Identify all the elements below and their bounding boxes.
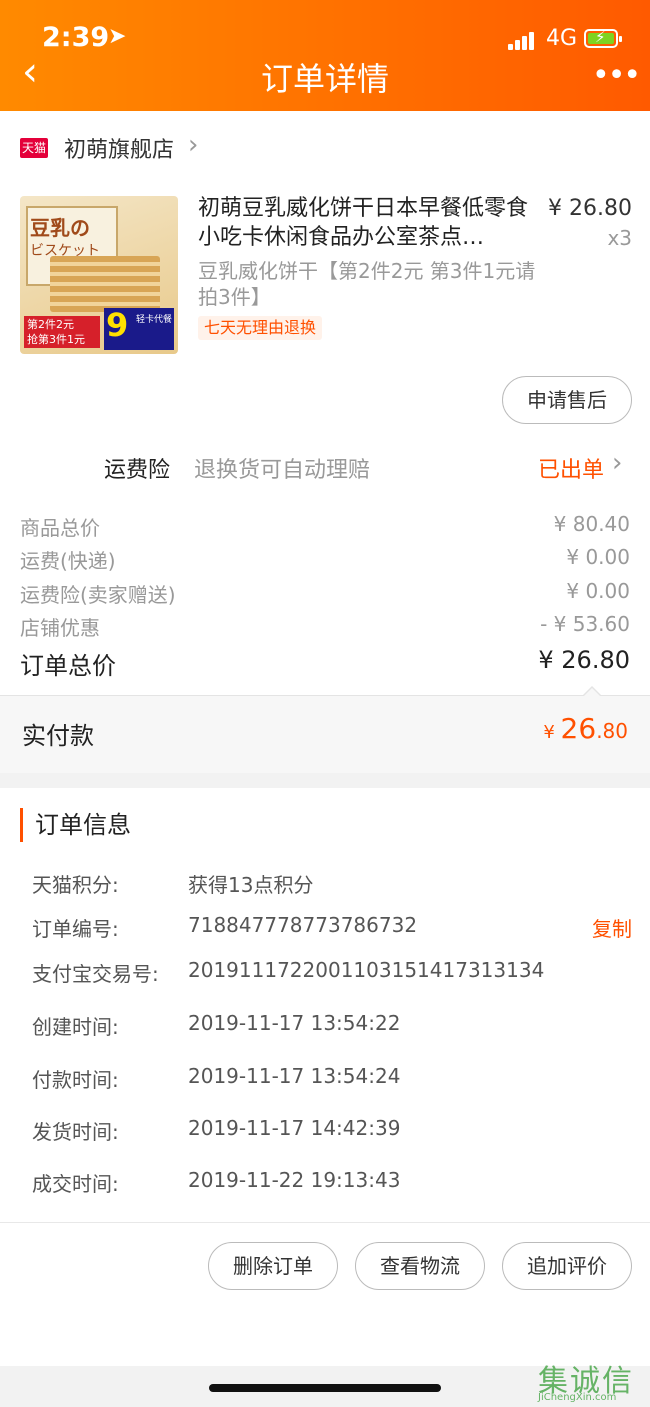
tmall-badge: 天猫 — [20, 138, 48, 158]
product-quantity: x3 — [607, 226, 632, 250]
order-info-title: 订单信息 — [20, 808, 131, 842]
fee-label: 运费(快递) — [20, 549, 116, 573]
info-key: 创建时间: — [32, 1015, 119, 1039]
info-row: 创建时间: 2019-11-17 13:54:22 — [32, 1011, 632, 1041]
info-value: 2019111722001103151417313134 — [188, 958, 545, 982]
info-key: 支付宝交易号: — [32, 962, 159, 986]
wafer-graphic — [50, 256, 160, 312]
info-row: 发货时间: 2019-11-17 14:42:39 — [32, 1116, 632, 1146]
chevron-right-icon[interactable]: › — [612, 448, 622, 478]
fee-value: ¥ 80.40 — [553, 512, 630, 536]
fee-label: 商品总价 — [20, 516, 100, 540]
info-row: 支付宝交易号: 2019111722001103151417313134 — [32, 958, 632, 988]
insurance-status[interactable]: 已出单 — [538, 452, 604, 484]
price-badge-number: 9 — [106, 306, 129, 344]
paid-decimal: .80 — [596, 719, 628, 743]
divider — [0, 1222, 650, 1223]
product-title[interactable]: 初萌豆乳威化饼干日本早餐低零食小吃卡休闲食品办公室茶点… — [198, 194, 530, 252]
shop-name[interactable]: 初萌旗舰店 — [64, 132, 174, 164]
price-badge-text: 轻卡代餐 — [136, 315, 173, 325]
product-image-text: 豆乳の — [30, 216, 90, 240]
battery-icon: ⚡ — [584, 28, 622, 48]
info-value: 2019-11-17 13:54:22 — [188, 1011, 401, 1035]
order-number: 718847778773786732 — [188, 913, 418, 937]
info-key: 天猫积分: — [32, 873, 119, 897]
info-key: 付款时间: — [32, 1068, 119, 1092]
promo-line-1: 第2件2元 — [27, 318, 74, 331]
fee-row: 商品总价 ¥ 80.40 — [20, 512, 630, 542]
info-key: 发货时间: — [32, 1120, 119, 1144]
info-value: 2019-11-22 19:13:43 — [188, 1168, 401, 1192]
paid-label: 实付款 — [22, 722, 94, 750]
network-type: 4G — [546, 26, 578, 51]
insurance-label: 运费险 — [104, 458, 171, 483]
product-image[interactable]: 豆乳の ビスケット 第2件2元 抢第3件1元 轻卡代餐 9 — [20, 196, 178, 354]
info-value: 2019-11-17 14:42:39 — [188, 1116, 401, 1140]
info-row: 付款时间: 2019-11-17 13:54:24 — [32, 1064, 632, 1094]
paid-value: ¥ 26.80 — [543, 712, 628, 745]
order-total-row: 订单总价 ¥ 26.80 — [20, 646, 630, 680]
insurance-desc: 退换货可自动理赔 — [194, 458, 371, 483]
app-header: 2:39 ➤ 4G ⚡ ‹ 订单详情 ••• — [0, 0, 650, 111]
shipping-insurance-row[interactable]: 运费险 退换货可自动理赔 已出单 › — [0, 448, 650, 484]
info-row: 天猫积分: 获得13点积分 — [32, 869, 632, 899]
paid-amount-row: 实付款 ¥ 26.80 — [0, 686, 650, 773]
fee-label: 运费险(卖家赠送) — [20, 583, 176, 607]
product-sku: 豆乳威化饼干【第2件2元 第3件1元请拍3件】 — [198, 259, 536, 309]
paid-currency: ¥ — [543, 722, 561, 743]
info-row: 成交时间: 2019-11-22 19:13:43 — [32, 1168, 632, 1198]
info-value: 获得13点积分 — [188, 873, 314, 897]
location-arrow-icon: ➤ — [108, 24, 127, 49]
promo-sticker: 第2件2元 抢第3件1元 — [24, 316, 100, 348]
more-dots-icon[interactable]: ••• — [592, 58, 641, 93]
status-time: 2:39 — [42, 22, 110, 53]
product-price: ¥ 26.80 — [548, 196, 632, 221]
fee-label: 店铺优惠 — [20, 616, 100, 640]
watermark-logo: 集诚信 JiChengXin.com — [532, 1356, 650, 1407]
after-sale-button[interactable]: 申请售后 — [502, 376, 632, 424]
signal-icon — [508, 30, 538, 50]
info-value: 2019-11-17 13:54:24 — [188, 1064, 401, 1088]
paid-integer: 26 — [560, 712, 597, 745]
return-policy-tag: 七天无理由退换 — [198, 316, 323, 340]
fee-row: 运费险(卖家赠送) ¥ 0.00 — [20, 579, 630, 609]
shop-row[interactable]: 天猫 初萌旗舰店 › — [0, 130, 650, 166]
home-indicator[interactable] — [209, 1384, 441, 1392]
fee-value: ¥ 0.00 — [566, 579, 630, 603]
chevron-right-icon[interactable]: › — [188, 130, 198, 160]
view-logistics-button[interactable]: 查看物流 — [355, 1242, 485, 1290]
fee-row: 店铺优惠 - ¥ 53.60 — [20, 612, 630, 642]
info-key: 订单编号: — [32, 917, 119, 941]
delete-order-button[interactable]: 删除订单 — [208, 1242, 338, 1290]
promo-line-2: 抢第3件1元 — [27, 333, 85, 346]
fee-value: ¥ 0.00 — [566, 545, 630, 569]
order-total-label: 订单总价 — [20, 652, 116, 680]
status-bar: 2:39 ➤ 4G ⚡ — [0, 0, 650, 60]
copy-button[interactable]: 复制 — [592, 913, 632, 942]
watermark-url: JiChengXin.com — [538, 1392, 617, 1403]
fee-row: 运费(快递) ¥ 0.00 — [20, 545, 630, 575]
info-key: 成交时间: — [32, 1172, 119, 1196]
page-title: 订单详情 — [260, 60, 389, 98]
order-total-value: ¥ 26.80 — [538, 646, 630, 674]
info-row: 订单编号: 718847778773786732 复制 — [32, 913, 632, 943]
add-review-button[interactable]: 追加评价 — [502, 1242, 632, 1290]
caret-up-inner — [583, 688, 601, 697]
fee-value: - ¥ 53.60 — [540, 612, 630, 636]
